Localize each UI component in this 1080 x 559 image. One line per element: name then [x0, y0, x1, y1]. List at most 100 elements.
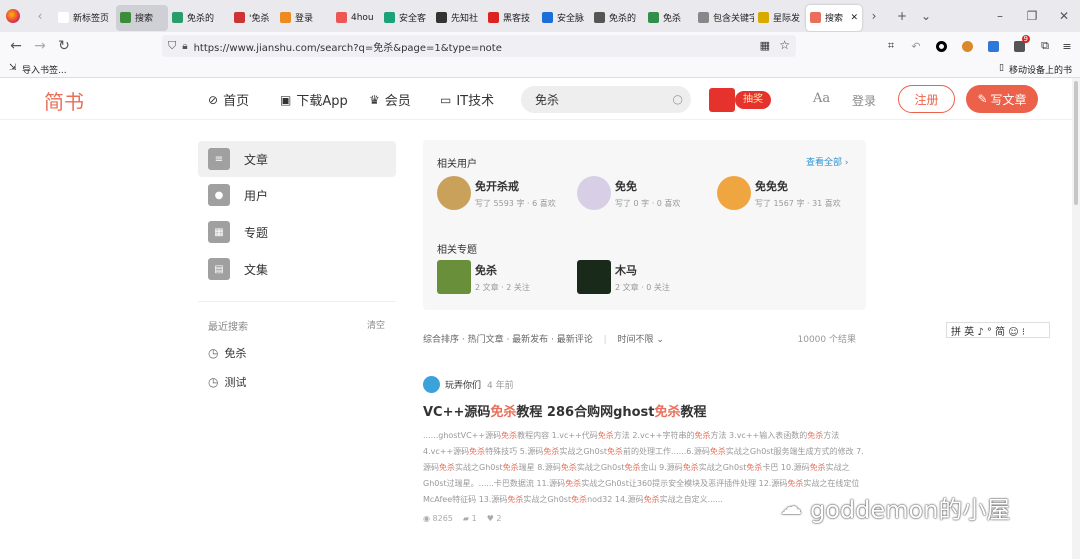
browser-tab[interactable]: 黑客技 — [484, 5, 538, 31]
browser-tab[interactable]: 先知社 — [432, 5, 484, 31]
minimize-icon[interactable]: – — [984, 4, 1016, 28]
menu-icon[interactable]: ≡ — [1058, 37, 1076, 55]
font-toggle[interactable]: Aa — [813, 91, 830, 106]
browser-tab[interactable]: 新标签页 — [54, 5, 116, 31]
site-logo[interactable]: 简书 — [44, 86, 84, 115]
browser-tab[interactable]: 登录 — [276, 5, 332, 31]
browser-tab[interactable]: 搜索 ✕ — [806, 4, 862, 31]
keyword-highlight: 免杀 — [560, 463, 577, 472]
shield-icon[interactable]: ⛉ — [168, 39, 176, 53]
login-link[interactable]: 登录 — [852, 92, 876, 109]
browser-tab[interactable]: 搜索 — [116, 4, 168, 31]
undo-icon[interactable]: ↶ — [907, 37, 925, 55]
cookie-icon[interactable] — [958, 37, 976, 55]
search-icon[interactable]: ○ — [673, 92, 683, 106]
topic-image[interactable] — [437, 260, 471, 294]
sidebar-item-article[interactable]: ≡ 文章 — [198, 141, 396, 177]
topic-name[interactable]: 木马 — [615, 262, 670, 278]
time-filter[interactable]: 时间不限 ⌄ — [618, 335, 664, 345]
keyword-highlight: 免杀 — [439, 463, 455, 472]
user-name[interactable]: 免开杀戒 — [475, 178, 556, 194]
recent-search-item[interactable]: ◷ 免杀 — [208, 345, 246, 361]
browser-tab[interactable]: 4hou — [332, 5, 380, 31]
related-user[interactable]: 免免 写了 0 字 · 0 喜欢 — [577, 176, 680, 210]
import-bookmarks-icon[interactable]: ⇲ — [9, 63, 17, 73]
avatar[interactable] — [577, 176, 611, 210]
tab-label: '免杀 — [249, 14, 270, 24]
topic-name[interactable]: 免杀 — [475, 262, 530, 278]
keyword-highlight: 免杀 — [787, 479, 804, 488]
sidebar-label: 专题 — [244, 225, 269, 240]
lottery-banner[interactable]: 抽奖 — [709, 88, 775, 112]
close-tab-icon[interactable]: ✕ — [850, 13, 858, 23]
user-name[interactable]: 免免 — [615, 178, 680, 194]
extension-badge-icon[interactable]: 9 — [1010, 35, 1030, 55]
browser-tab[interactable]: 包含关键字 — [694, 5, 754, 31]
back-icon[interactable]: ← — [4, 34, 28, 58]
ime-toolbar[interactable]: 拼 英 ♪ ° 简 ☺ ⁝ — [946, 322, 1050, 338]
view-all-link[interactable]: 查看全部 › — [806, 155, 848, 168]
sort-options[interactable]: 综合排序 · 热门文章 · 最新发布 · 最新评论 — [423, 335, 593, 345]
related-topic[interactable]: 免杀 2 文章 · 2 关注 — [437, 260, 530, 294]
sidebar-item-notebook[interactable]: ▤ 文集 — [198, 251, 396, 287]
tab-label: 搜索 — [135, 14, 154, 24]
browser-nav-bar: ← → ↻ ⛉ 🔒︎ https://www.jianshu.com/searc… — [0, 32, 1080, 60]
scrollbar-thumb[interactable] — [1074, 81, 1078, 205]
url-bar[interactable]: ⛉ 🔒︎ https://www.jianshu.com/search?q=免杀… — [162, 35, 796, 57]
author-name[interactable]: 玩弄你们 — [445, 378, 481, 391]
nav-it-tech[interactable]: ▭ IT技术 — [440, 90, 494, 110]
star-icon[interactable]: ☆ — [779, 38, 790, 52]
new-tab-icon[interactable]: + — [890, 4, 914, 28]
article-title[interactable]: VC++源码免杀教程 286合购网ghost免杀教程 — [423, 401, 866, 420]
browser-tab[interactable]: 星际发 — [754, 5, 806, 31]
nav-download-app[interactable]: ▣ 下载App — [280, 90, 348, 110]
firefox-icon[interactable] — [0, 4, 26, 28]
avatar[interactable] — [437, 176, 471, 210]
browser-tab[interactable]: '免杀 — [230, 5, 276, 31]
clock-icon: ◷ — [208, 375, 219, 389]
record-icon[interactable] — [932, 37, 950, 55]
search-input[interactable]: 免杀 ○ — [521, 86, 691, 113]
avatar[interactable] — [717, 176, 751, 210]
article-author[interactable]: 玩弄你们 4 年前 — [423, 376, 866, 393]
tab-list-icon[interactable]: ⌄ — [914, 4, 938, 28]
tab-back-arrow-icon[interactable]: ‹ — [26, 4, 54, 28]
write-article-button[interactable]: ✎ 写文章 — [966, 85, 1038, 113]
close-window-icon[interactable]: ✕ — [1048, 4, 1080, 28]
qr-code-icon[interactable]: ▦ — [760, 39, 770, 52]
avatar[interactable] — [423, 376, 440, 393]
forward-icon[interactable]: → — [28, 34, 52, 58]
tab-label: 登录 — [295, 14, 314, 24]
sidebar-item-collection[interactable]: ▦ 专题 — [198, 214, 396, 250]
clear-recent-button[interactable]: 清空 — [367, 318, 385, 331]
keyword-highlight: 免杀 — [643, 495, 660, 504]
related-topic[interactable]: 木马 2 文章 · 0 关注 — [577, 260, 670, 294]
recent-search-item[interactable]: ◷ 测试 — [208, 374, 246, 390]
reload-icon[interactable]: ↻ — [52, 34, 76, 58]
related-user[interactable]: 免开杀戒 写了 5593 字 · 6 喜欢 — [437, 176, 556, 210]
extensions-icon[interactable]: ⧉ — [1036, 37, 1054, 55]
user-name[interactable]: 免免免 — [755, 178, 841, 194]
screenshot-icon[interactable]: ⌗ — [882, 37, 900, 55]
topic-image[interactable] — [577, 260, 611, 294]
related-user[interactable]: 免免免 写了 1567 字 · 31 喜欢 — [717, 176, 841, 210]
url-text[interactable]: https://www.jianshu.com/search?q=免杀&page… — [194, 39, 502, 54]
restore-icon[interactable]: ❐ — [1016, 4, 1048, 28]
browser-tab[interactable]: 免杀的 — [590, 5, 644, 31]
tab-label: 免杀 — [663, 14, 682, 24]
tab-scroll-right-icon[interactable]: › — [862, 4, 886, 28]
nav-member[interactable]: ♛ 会员 — [369, 90, 411, 110]
register-button[interactable]: 注册 — [898, 85, 955, 113]
browser-tab[interactable]: 安全脉 — [538, 5, 590, 31]
import-bookmarks-link[interactable]: 导入书签... — [22, 63, 67, 76]
browser-tab[interactable]: 免杀 — [644, 5, 694, 31]
result-count: 10000 个结果 — [797, 335, 857, 345]
browser-tab[interactable]: 安全客 — [380, 5, 432, 31]
translate-icon[interactable] — [984, 37, 1002, 55]
article-comments[interactable]: ▰ 1 — [463, 514, 477, 523]
article-icon: ≡ — [208, 148, 230, 170]
nav-home[interactable]: ⊘ 首页 — [208, 90, 249, 110]
related-users-title: 相关用户 — [437, 159, 477, 170]
sidebar-item-user[interactable]: ● 用户 — [198, 177, 396, 213]
browser-tab[interactable]: 免杀的 — [168, 5, 230, 31]
